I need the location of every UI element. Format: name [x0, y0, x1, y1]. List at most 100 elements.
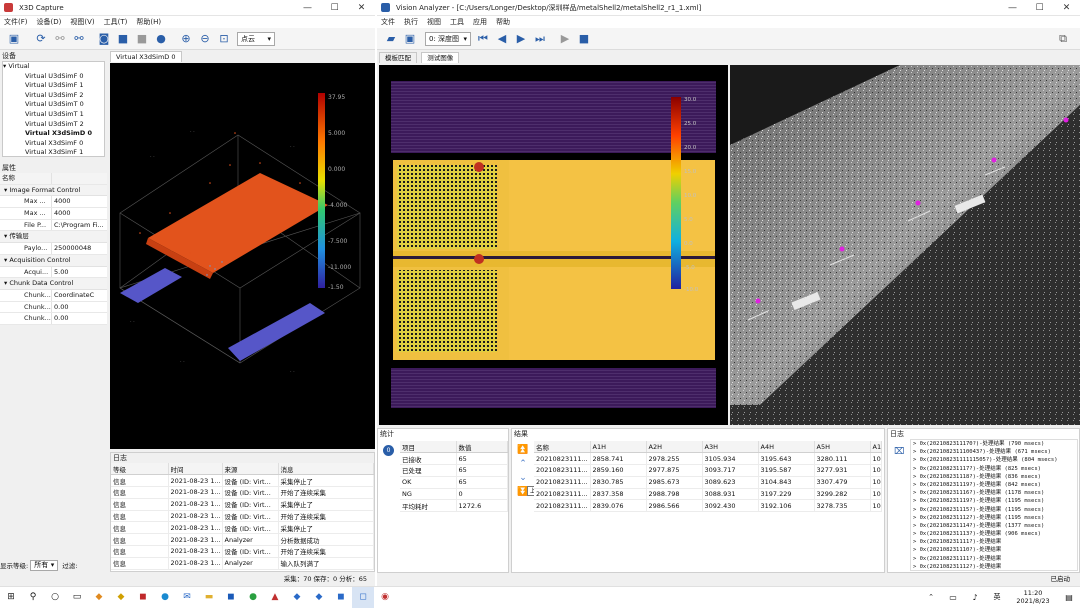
minimize-icon[interactable]: —	[294, 0, 321, 16]
table-row[interactable]: 平均耗时 1272.6	[400, 499, 508, 513]
display-level-select[interactable]: 所有 ▾	[30, 559, 59, 571]
record-icon[interactable]: ●	[153, 31, 169, 47]
prop-value[interactable]: 5.00	[52, 267, 107, 278]
tree-item[interactable]: Virtual X3dSimF 1	[3, 148, 104, 158]
tree-item[interactable]: Virtual U3dSimF 2	[3, 91, 104, 101]
table-row[interactable]: NG 0	[400, 488, 508, 501]
move-up-icon[interactable]: ⌃	[519, 459, 527, 469]
tree-item-selected[interactable]: Virtual X3dSimD 0	[3, 129, 104, 139]
app-icon-7[interactable]: ◻	[352, 586, 374, 608]
tree-root[interactable]: ▾ Virtual	[3, 62, 104, 72]
log-header-time[interactable]: 时间	[168, 463, 223, 476]
broom-icon[interactable]: ⌧	[894, 447, 904, 457]
app-icon-6[interactable]: ◼	[330, 587, 352, 608]
results-header-cell[interactable]: A2H	[646, 441, 703, 454]
maximize-icon[interactable]: ☐	[321, 0, 348, 16]
snapshot-icon[interactable]: ◙	[96, 31, 112, 47]
task-view-icon[interactable]: ▭	[66, 587, 88, 608]
table-row[interactable]: OK 65	[400, 476, 508, 489]
results-header-cell[interactable]: A1...	[870, 441, 882, 454]
mail-icon[interactable]: ✉	[176, 587, 198, 608]
stats-header-item[interactable]: 项目	[400, 441, 457, 454]
va-menu-file[interactable]: 文件	[381, 17, 395, 27]
x3d-menu-tools[interactable]: 工具(T)	[104, 17, 128, 27]
x3d-menu-help[interactable]: 帮助(H)	[136, 17, 161, 27]
tray-chevron-icon[interactable]: ⌃	[920, 587, 942, 608]
prev-frame-icon[interactable]: ◀	[494, 31, 510, 47]
va-menu-help[interactable]: 帮助	[496, 17, 510, 27]
save-icon[interactable]: ▣	[6, 31, 22, 47]
x3d-menu-view[interactable]: 视图(V)	[70, 17, 94, 27]
folder-icon[interactable]: ▬	[198, 587, 220, 608]
table-row[interactable]: 信息 2021-08-23 1... 设备 (ID: Virt... 开始了连续采集	[111, 510, 374, 523]
minimize-icon[interactable]: —	[999, 0, 1026, 16]
first-frame-icon[interactable]: ⏮	[475, 31, 491, 47]
results-header-cell[interactable]: A5H	[814, 441, 871, 454]
tree-item[interactable]: Virtual U3dSimT 1	[3, 110, 104, 120]
ime-language[interactable]: 英	[986, 587, 1008, 608]
tree-item[interactable]: Virtual U3dSimF 1	[3, 81, 104, 91]
prop-value[interactable]: CoordinateC	[52, 290, 107, 301]
panel-toggle-icon[interactable]: ⧉	[1055, 31, 1071, 47]
video-icon[interactable]: ■	[115, 31, 131, 47]
tab-test-image[interactable]: 测试图像	[421, 52, 460, 63]
x3d-menu-device[interactable]: 设备(D)	[37, 17, 62, 27]
results-header-cell[interactable]: A1H	[590, 441, 647, 454]
prop-value[interactable]: 4000	[52, 196, 107, 207]
app-icon-1[interactable]: ◆	[88, 587, 110, 608]
tree-item[interactable]: Virtual X3dSimF 0	[3, 139, 104, 149]
connect-icon[interactable]: ⚯	[52, 31, 68, 47]
table-row[interactable]: 信息 2021-08-23 1... 设备 (ID: Virt... 开始了连续采集	[111, 486, 374, 499]
table-row[interactable]: 信息 2021-08-23 1... Analyzer 输入队列满了	[111, 557, 374, 570]
prop-category[interactable]: ▾ 传输层	[0, 231, 107, 244]
tree-item[interactable]: Virtual U3dSimT 2	[3, 120, 104, 130]
cortana-icon[interactable]: ○	[44, 587, 66, 608]
prop-value[interactable]: 250000048	[52, 243, 107, 254]
table-row[interactable]: 信息 2021-08-23 1... 设备 (ID: Virt... 采集停止了	[111, 474, 374, 488]
results-header-cell[interactable]: 名称	[534, 441, 591, 454]
prop-row[interactable]: Chunk... 0.00	[0, 301, 107, 314]
tab-virtual-x3dsimd[interactable]: Virtual X3dSimD 0	[110, 51, 182, 62]
app-icon-5[interactable]: ◆	[308, 587, 330, 608]
last-frame-icon[interactable]: ⏭	[532, 31, 548, 47]
move-down-icon[interactable]: ⌄	[519, 473, 527, 483]
wechat-icon[interactable]: ●	[242, 587, 264, 608]
next-frame-icon[interactable]: ▶	[513, 31, 529, 47]
windows-start-icon[interactable]: ⊞	[0, 587, 22, 608]
prop-value[interactable]: 0.00	[52, 313, 107, 324]
zoom-out-icon[interactable]: ⊖	[197, 31, 213, 47]
table-row[interactable]: 已接收 65	[400, 452, 508, 466]
tab-template-match[interactable]: 模板匹配	[379, 52, 417, 63]
prop-category[interactable]: ▾ Acquisition Control	[0, 254, 107, 267]
x3d-menu-file[interactable]: 文件(F)	[4, 17, 28, 27]
network-icon[interactable]: ▭	[942, 587, 964, 608]
table-row[interactable]: 信息 2021-08-23 1... Analyzer 分析数据成功	[111, 533, 374, 547]
prop-value[interactable]: C:\Program Fi...	[52, 220, 107, 231]
close-icon[interactable]: ✕	[1053, 0, 1080, 16]
save-icon[interactable]: ▣	[402, 31, 418, 47]
app-icon-3[interactable]: ▲	[264, 587, 286, 608]
prop-row[interactable]: Paylo... 250000048	[0, 243, 107, 255]
results-header-cell[interactable]: A3H	[702, 441, 759, 454]
table-row[interactable]: 已处理 65	[400, 464, 508, 477]
disconnect-icon[interactable]: ⚯	[71, 31, 87, 47]
prop-value[interactable]: 4000	[52, 208, 107, 219]
tree-item[interactable]: Virtual U3dSimT 0	[3, 100, 104, 110]
zoom-in-icon[interactable]: ⊕	[178, 31, 194, 47]
table-row[interactable]: 20210823111... 2830.785 2985.673 3089.623 31…	[534, 476, 882, 489]
app-icon-4[interactable]: ◆	[286, 587, 308, 608]
maximize-icon[interactable]: ☐	[1026, 0, 1053, 16]
table-row[interactable]: 20210823111... 2858.741 2978.255 3105.934 31…	[534, 452, 882, 466]
play-icon[interactable]: ▶	[557, 31, 573, 47]
results-header-cell[interactable]: A4H	[758, 441, 815, 454]
prop-row[interactable]: Acqui... 5.00	[0, 266, 107, 279]
prop-value[interactable]: 0.00	[52, 302, 107, 313]
x3d-view-mode-select[interactable]: 点云 ▾	[237, 31, 275, 46]
stop-icon[interactable]: ■	[134, 31, 150, 47]
log-header-level[interactable]: 等级	[111, 463, 169, 476]
move-top-icon[interactable]: ⏫	[517, 445, 528, 455]
volume-icon[interactable]: ♪	[964, 587, 986, 608]
filezilla-icon[interactable]: ◼	[132, 587, 154, 608]
prop-row[interactable]: Max ... 4000	[0, 196, 107, 209]
prop-row[interactable]: Chunk... CoordinateC	[0, 289, 107, 302]
